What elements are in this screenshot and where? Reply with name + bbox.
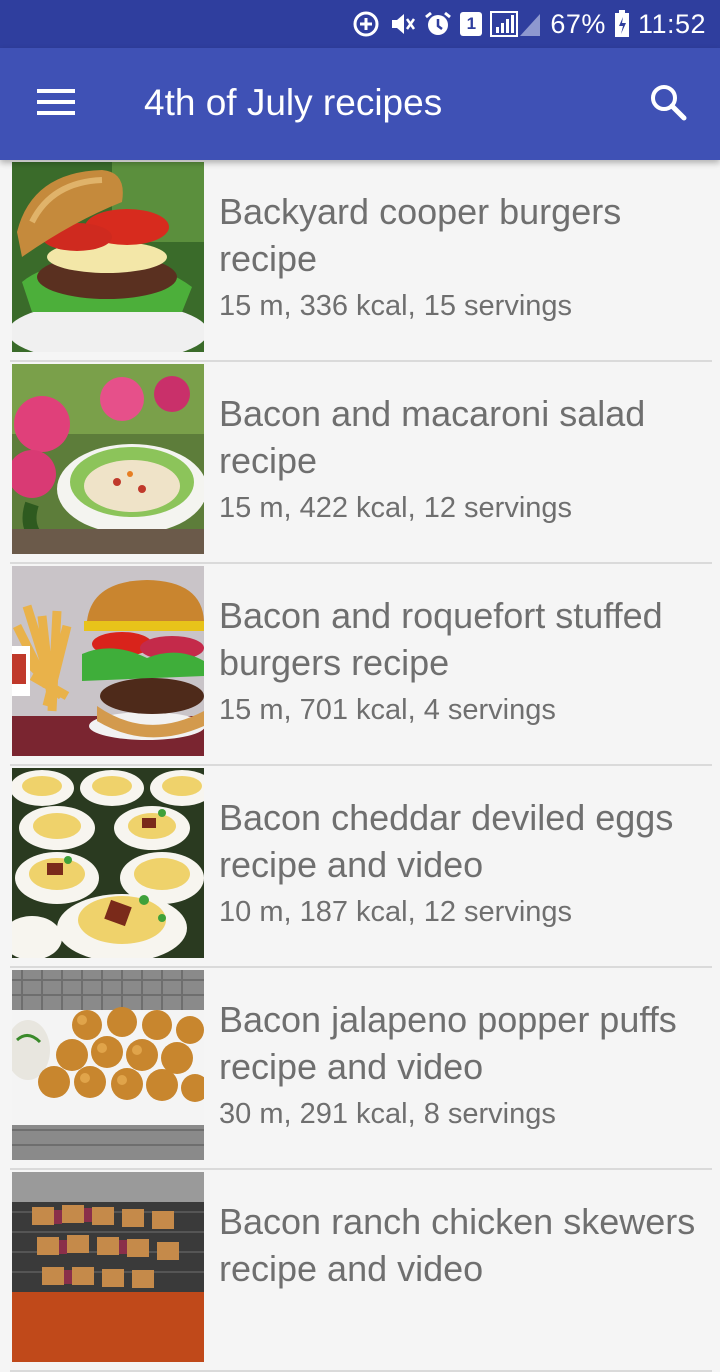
recipe-image-deviled-eggs <box>12 768 204 958</box>
list-item[interactable]: Bacon cheddar deviled eggs recipe and vi… <box>10 766 712 968</box>
recipe-title: Backyard cooper burgers recipe <box>219 191 622 279</box>
alarm-icon <box>424 10 452 38</box>
recipe-list: Backyard cooper burgers recipe 15 m, 336… <box>0 160 720 1372</box>
recipe-image-burger-fries <box>12 566 204 756</box>
signal-icon <box>490 9 542 39</box>
search-icon <box>649 83 687 126</box>
clock: 11:52 <box>637 8 706 39</box>
recipe-meta: 10 m, 187 kcal, 12 servings <box>219 896 573 928</box>
list-item[interactable]: Bacon jalapeno popper puffs recipe and v… <box>10 968 712 1170</box>
menu-icon <box>37 88 75 121</box>
recipe-meta: 15 m, 701 kcal, 4 servings <box>219 694 556 726</box>
page-title: 4th of July recipes <box>144 82 443 123</box>
recipe-title: Bacon cheddar deviled eggs recipe and vi… <box>219 797 674 885</box>
recipe-image-popper-puffs <box>12 970 204 1160</box>
battery-percent: 67% <box>550 8 606 39</box>
recipe-meta: 15 m, 422 kcal, 12 servings <box>219 492 573 524</box>
recipe-title: Bacon ranch chicken skewers recipe and v… <box>219 1201 696 1289</box>
recipe-title: Bacon jalapeno popper puffs recipe and v… <box>219 999 677 1087</box>
menu-button[interactable] <box>22 78 90 130</box>
list-item[interactable]: Bacon and roquefort stuffed burgers reci… <box>10 564 712 766</box>
recipe-image-salad <box>12 364 204 554</box>
recipe-title: Bacon and roquefort stuffed burgers reci… <box>219 595 663 683</box>
list-item[interactable]: Bacon ranch chicken skewers recipe and v… <box>10 1170 712 1372</box>
status-bar: 1 67% 11:52 <box>0 0 720 48</box>
list-item[interactable]: Bacon and macaroni salad recipe 15 m, 42… <box>10 362 712 564</box>
list-item[interactable]: Backyard cooper burgers recipe 15 m, 336… <box>10 160 712 362</box>
mute-icon <box>388 10 416 38</box>
recipe-meta: 30 m, 291 kcal, 8 servings <box>219 1098 556 1130</box>
recipe-image-skewers <box>12 1172 204 1362</box>
recipe-meta: 15 m, 336 kcal, 15 servings <box>219 290 573 322</box>
recipe-image-burger <box>12 162 204 352</box>
app-bar: 4th of July recipes <box>0 48 720 160</box>
data-saver-icon <box>352 10 380 38</box>
battery-icon <box>614 10 630 38</box>
recipe-title: Bacon and macaroni salad recipe <box>219 393 646 481</box>
search-button[interactable] <box>634 78 702 130</box>
sim-badge-icon: 1 <box>460 12 483 36</box>
